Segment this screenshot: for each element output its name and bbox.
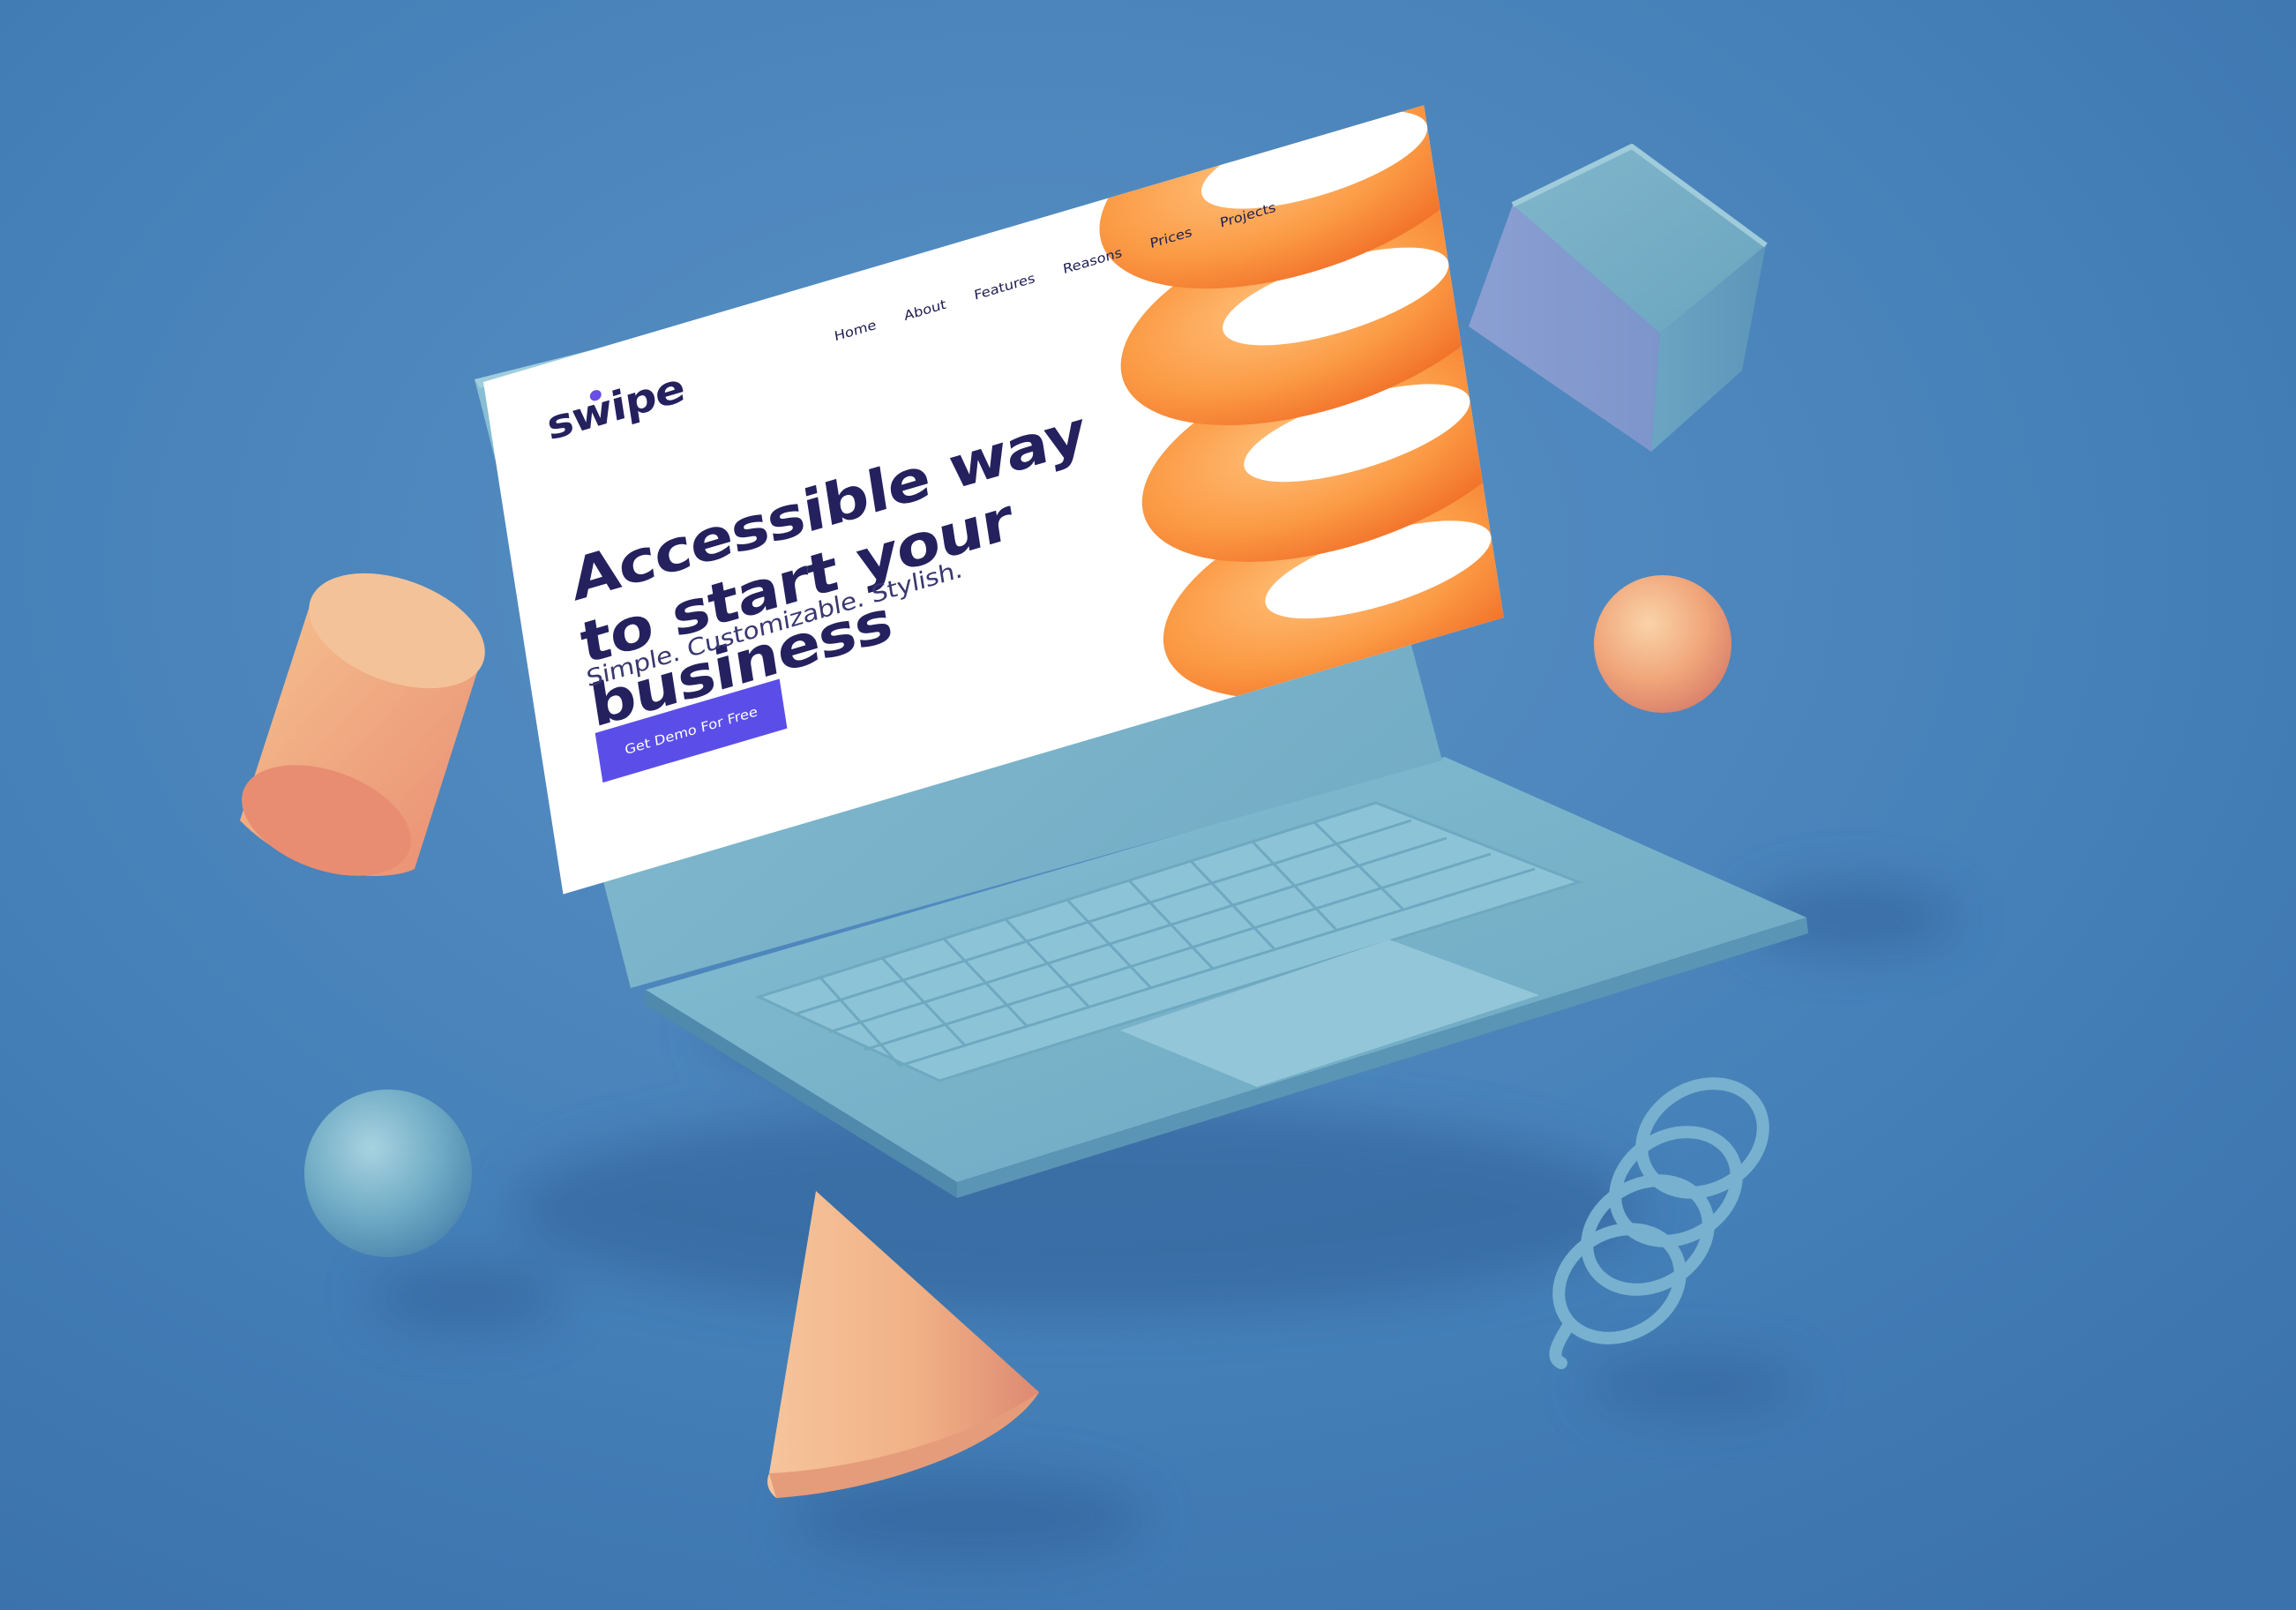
- blue-sphere: [304, 1090, 472, 1257]
- mockup-scene: swipe Home About Features Reasons Prices…: [0, 0, 2296, 1610]
- orange-sphere: [1594, 575, 1731, 713]
